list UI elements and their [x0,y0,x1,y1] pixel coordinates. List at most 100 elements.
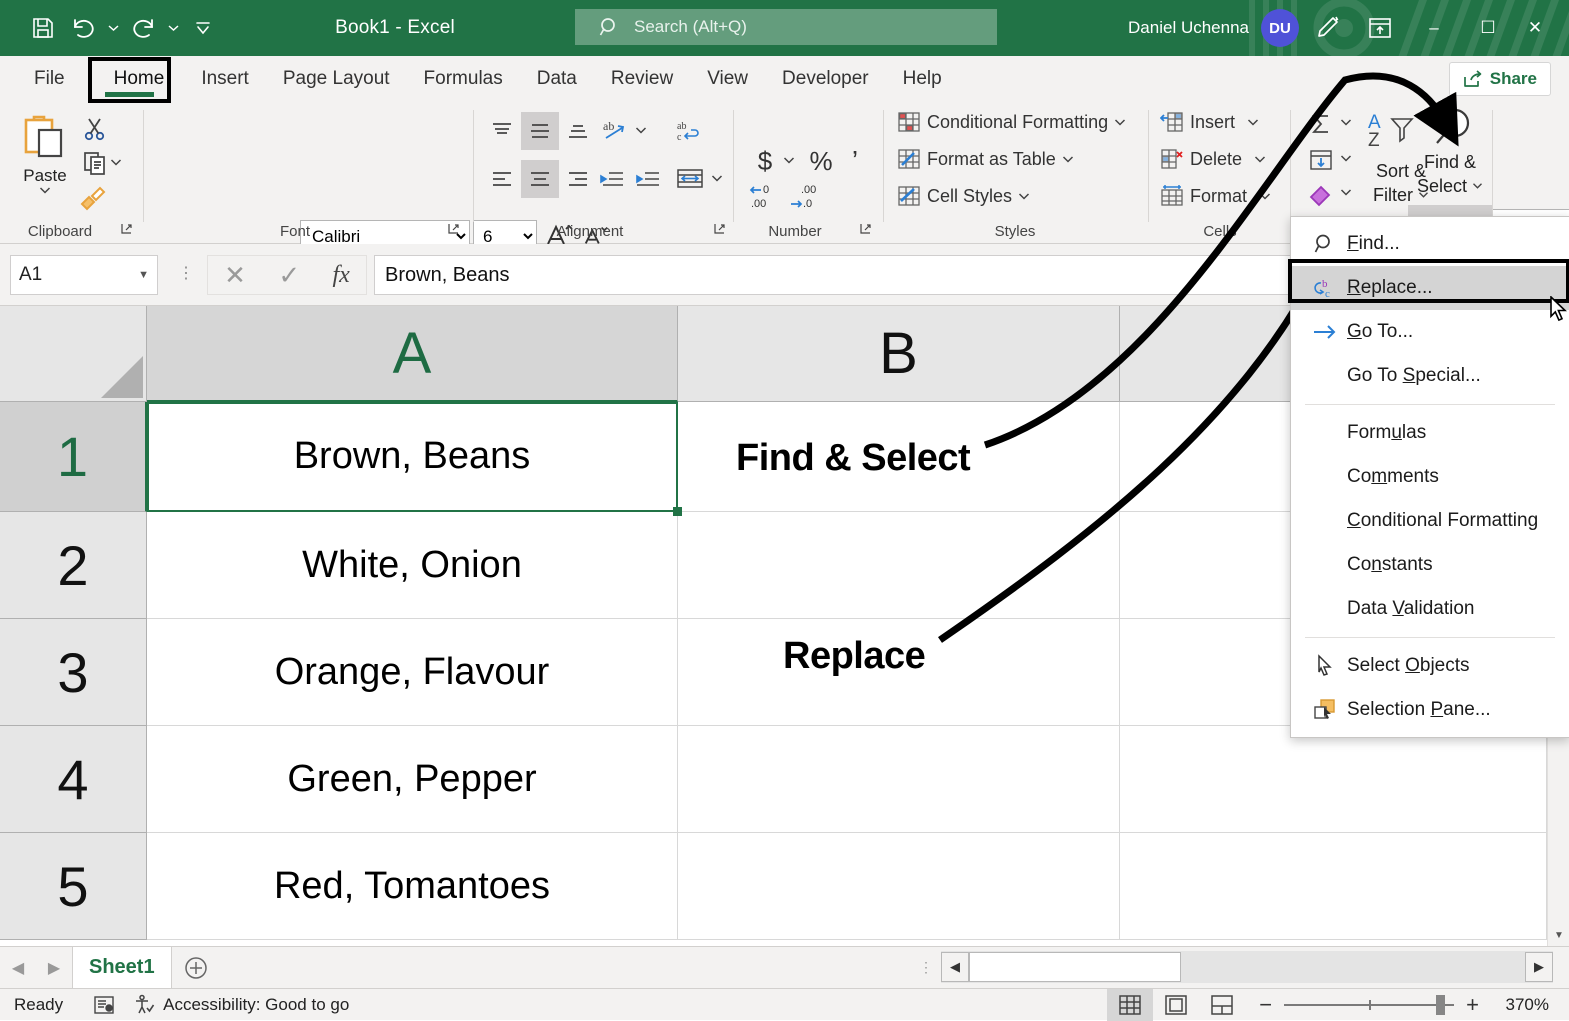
autosum-button[interactable] [1304,108,1338,140]
text-orientation-dropdown-caret[interactable] [635,126,647,138]
sheet-tab-sheet1[interactable]: Sheet1 [72,947,172,989]
chevron-down-icon[interactable] [1114,118,1126,127]
cell-a2[interactable]: White, Onion [147,512,678,619]
fill-dropdown-caret[interactable] [1340,154,1352,166]
cell-a5[interactable]: Red, Tomantoes [147,833,678,940]
insert-function-fx-icon[interactable]: fx [332,262,349,289]
horizontal-scroll-thumb[interactable] [969,952,1181,982]
paste-button[interactable]: Paste [14,112,76,220]
chevron-down-icon[interactable] [1247,118,1259,127]
search-input[interactable]: Search (Alt+Q) [575,9,997,45]
menu-item-selection-pane[interactable]: Selection Pane... [1291,688,1569,732]
tab-data[interactable]: Data [520,56,594,102]
redo-dropdown-caret[interactable] [164,9,182,47]
next-sheet-icon[interactable]: ▶ [36,947,72,989]
avatar[interactable]: DU [1261,9,1299,47]
insert-cells-button[interactable]: Insert [1160,110,1259,134]
format-as-table-button[interactable]: Format as Table [897,147,1074,171]
accounting-dropdown-caret[interactable] [783,156,795,168]
add-sheet-plus-icon[interactable] [172,947,220,989]
merge-dropdown-caret[interactable] [711,174,723,186]
zoom-out-button[interactable]: − [1259,992,1272,1018]
save-icon[interactable] [24,9,62,47]
percent-style-button[interactable]: % [805,144,837,178]
menu-item-find[interactable]: Find... [1291,222,1569,266]
menu-item-comments[interactable]: Comments [1291,455,1569,499]
autosum-dropdown-caret[interactable] [1340,118,1352,130]
comma-style-button[interactable]: ’ [841,144,869,178]
cell-b4[interactable] [678,726,1120,833]
align-center-button[interactable] [521,160,559,198]
delete-cells-button[interactable]: Delete [1160,147,1266,171]
cell-a4[interactable]: Green, Pepper [147,726,678,833]
cut-button[interactable] [78,114,112,144]
name-box-caret-icon[interactable]: ▼ [138,269,149,281]
select-all-corner[interactable] [0,306,147,402]
cell-b2[interactable] [678,512,1120,619]
tab-file[interactable]: File [17,56,82,102]
alignment-dialog-launcher[interactable] [713,222,726,238]
align-middle-button[interactable] [521,112,559,150]
cell-a3[interactable]: Orange, Flavour [147,619,678,726]
enter-check-icon[interactable]: ✓ [278,260,300,291]
accessibility-status[interactable]: Accessibility: Good to go [133,994,349,1016]
row-header-4[interactable]: 4 [0,726,147,833]
menu-item-select-objects[interactable]: Select Objects [1291,644,1569,688]
conditional-formatting-button[interactable]: Conditional Formatting [897,110,1126,134]
decrease-decimal-button[interactable]: .00 .0 [785,180,825,214]
zoom-slider[interactable]: − + [1259,992,1479,1018]
column-header-a[interactable]: A [147,306,678,402]
row-header-1[interactable]: 1 [0,402,147,512]
fill-button[interactable] [1304,144,1338,176]
merge-and-center-button[interactable] [671,162,709,196]
minimize-button[interactable]: – [1407,0,1461,56]
horizontal-scrollbar[interactable]: ⋮ ◀ ▶ [941,951,1553,983]
zoom-slider-thumb[interactable] [1436,995,1445,1015]
align-left-button[interactable] [485,162,519,196]
clear-dropdown-caret[interactable] [1340,188,1352,200]
accounting-format-button[interactable]: $ [749,144,781,178]
tab-help[interactable]: Help [886,56,959,102]
cell-a1[interactable]: Brown, Beans [147,402,678,512]
zoom-slider-track[interactable] [1284,1004,1454,1006]
pen-draw-icon[interactable] [1299,0,1353,56]
align-right-button[interactable] [561,162,595,196]
menu-item-data-validation[interactable]: Data Validation [1291,587,1569,631]
tab-page-layout[interactable]: Page Layout [266,56,407,102]
copy-dropdown-caret[interactable] [110,158,122,170]
tab-view[interactable]: View [690,56,765,102]
tab-developer[interactable]: Developer [765,56,886,102]
menu-item-go-to[interactable]: Go To... [1291,310,1569,354]
page-break-preview-button[interactable] [1199,989,1245,1021]
redo-icon[interactable] [124,9,162,47]
menu-item-conditional-formatting[interactable]: Conditional Formatting [1291,499,1569,543]
chevron-down-icon[interactable] [1062,155,1074,164]
cell-styles-button[interactable]: Cell Styles [897,184,1030,208]
customize-quick-access-toolbar-icon[interactable] [184,9,222,47]
close-button[interactable]: ✕ [1515,0,1569,56]
cell-c5[interactable] [1120,833,1547,940]
paste-dropdown-caret[interactable] [39,186,51,195]
clipboard-dialog-launcher[interactable] [120,222,133,238]
number-dialog-launcher[interactable] [859,222,872,238]
format-painter-button[interactable] [76,182,110,212]
increase-decimal-button[interactable]: 0 .00 [745,180,785,214]
row-header-2[interactable]: 2 [0,512,147,619]
zoom-level[interactable]: 370% [1489,995,1549,1015]
tab-insert[interactable]: Insert [184,56,266,102]
align-bottom-button[interactable] [561,114,595,148]
cell-b5[interactable] [678,833,1120,940]
chevron-down-icon[interactable] [1254,155,1266,164]
find-and-select-button[interactable]: Find & Select [1408,103,1492,215]
scroll-left-button[interactable]: ◀ [941,952,969,982]
name-box[interactable]: A1 ▼ [10,255,158,295]
page-layout-view-button[interactable] [1153,989,1199,1021]
zoom-in-button[interactable]: + [1466,992,1479,1018]
previous-sheet-icon[interactable]: ◀ [0,947,36,989]
decrease-indent-button[interactable] [595,162,629,196]
undo-icon[interactable] [64,9,102,47]
wrap-text-button[interactable]: ab c [671,114,707,148]
maximize-button[interactable]: ☐ [1461,0,1515,56]
menu-item-replace[interactable]: b c Replace... [1291,266,1569,310]
row-header-3[interactable]: 3 [0,619,147,726]
